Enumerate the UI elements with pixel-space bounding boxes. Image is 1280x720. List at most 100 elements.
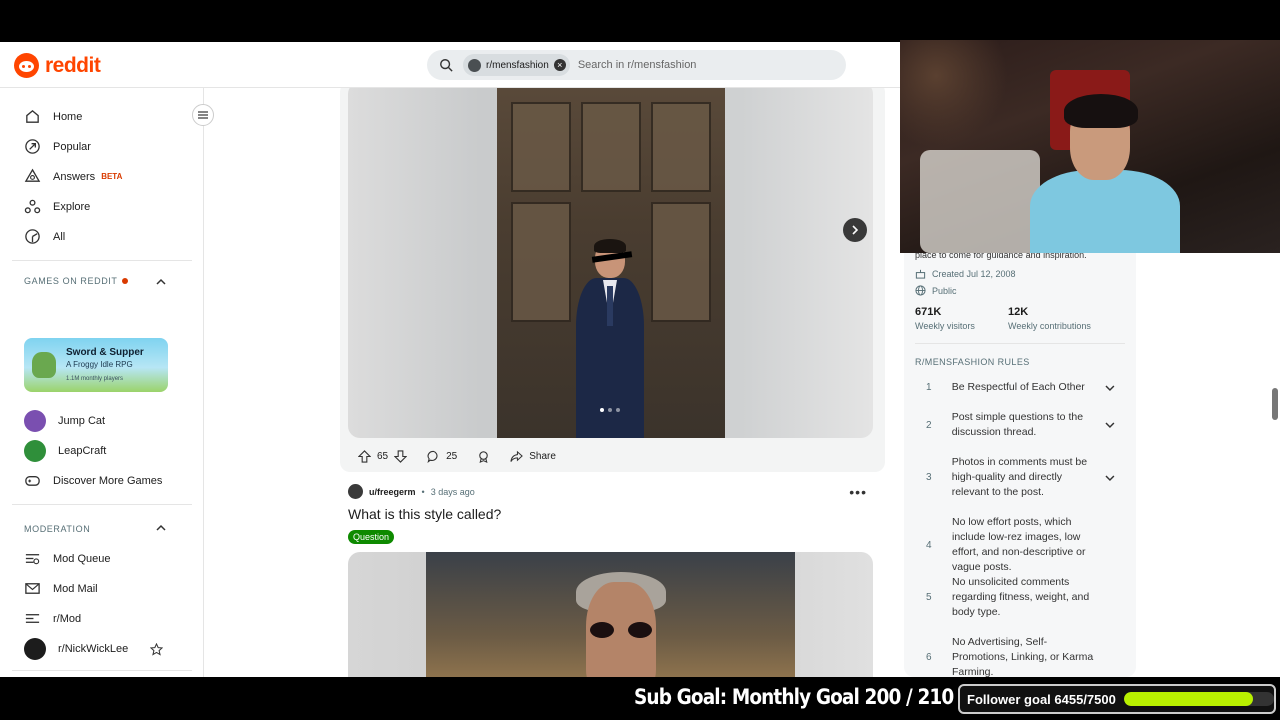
gallery-dot[interactable] bbox=[600, 408, 604, 412]
subreddit-scope-chip[interactable]: r/mensfashion × bbox=[463, 54, 570, 76]
rule-number: 3 bbox=[926, 472, 932, 483]
sidebar-item-label: Popular bbox=[53, 140, 91, 153]
sidebar-item-jump-cat[interactable]: Jump Cat bbox=[24, 410, 105, 432]
main-feed: 65 25 Share u/freegerm • 3 days ago ••• … bbox=[204, 88, 900, 677]
sidebar-item-home[interactable]: Home bbox=[24, 108, 82, 125]
weekly-contributions-label: Weekly contributions bbox=[1008, 321, 1091, 331]
rule-number: 6 bbox=[926, 652, 932, 663]
post-gallery[interactable] bbox=[348, 88, 873, 438]
sidebar-item-explore[interactable]: Explore bbox=[24, 198, 90, 215]
reddit-logo-icon bbox=[14, 53, 39, 78]
gallery-dot[interactable] bbox=[616, 408, 620, 412]
sidebar-item-label: Home bbox=[53, 110, 83, 123]
gallery-dot[interactable] bbox=[608, 408, 612, 412]
post-flair[interactable]: Question bbox=[348, 530, 395, 544]
webcam-overlay bbox=[900, 40, 1280, 253]
weekly-visitors-label: Weekly visitors bbox=[915, 321, 975, 331]
popular-icon bbox=[25, 139, 40, 154]
rule-number: 1 bbox=[926, 382, 932, 393]
sidebar-item-leapcraft[interactable]: LeapCraft bbox=[24, 440, 106, 462]
sidebar-item-discover-games[interactable]: Discover More Games bbox=[24, 472, 162, 489]
star-icon[interactable] bbox=[150, 642, 163, 656]
comments-button[interactable]: 25 bbox=[417, 444, 467, 468]
rule-item[interactable]: 6 No Advertising, Self-Promotions, Linki… bbox=[926, 635, 1116, 677]
left-sidebar: Home Popular Answers BETA Explore All GA… bbox=[0, 88, 214, 677]
globe-icon bbox=[915, 285, 926, 296]
reddit-header: reddit r/mensfashion × bbox=[0, 42, 900, 88]
created-row: Created Jul 12, 2008 bbox=[915, 268, 1016, 279]
rule-item[interactable]: 1 Be Respectful of Each Other bbox=[926, 380, 1116, 395]
rule-number: 4 bbox=[926, 539, 932, 551]
page-scrollbar[interactable] bbox=[1272, 388, 1278, 420]
games-section-header[interactable]: GAMES ON REDDIT bbox=[24, 276, 128, 286]
door-panel bbox=[511, 102, 571, 192]
sidebar-item-label: r/Mod bbox=[53, 612, 82, 625]
more-options-icon[interactable]: ••• bbox=[849, 484, 867, 500]
sidebar-item-answers[interactable]: Answers BETA bbox=[24, 168, 122, 185]
reddit-logo[interactable]: reddit bbox=[14, 53, 101, 78]
rule-item[interactable]: 2 Post simple questions to the discussio… bbox=[926, 410, 1116, 440]
rule-text: Be Respectful of Each Other bbox=[951, 381, 1085, 393]
user-avatar[interactable] bbox=[348, 484, 363, 499]
downvote-icon[interactable] bbox=[394, 449, 408, 463]
chevron-down-icon[interactable] bbox=[1104, 382, 1116, 394]
chevron-down-icon[interactable] bbox=[1104, 472, 1116, 484]
jump-cat-icon bbox=[24, 410, 46, 432]
share-button[interactable]: Share bbox=[500, 444, 566, 468]
post-image-container[interactable] bbox=[348, 552, 873, 677]
rule-number: 2 bbox=[926, 419, 932, 431]
post-actions: 65 25 Share bbox=[348, 444, 566, 468]
chevron-up-icon[interactable] bbox=[155, 522, 167, 534]
moderation-header[interactable]: MODERATION bbox=[24, 524, 90, 534]
door-panel bbox=[651, 102, 711, 192]
rule-item[interactable]: 3 Photos in comments must be high-qualit… bbox=[926, 455, 1116, 500]
mod-queue-icon bbox=[25, 554, 40, 565]
new-indicator-icon bbox=[121, 278, 128, 284]
sidebar-item-r-nickwicklee[interactable]: r/NickWickLee bbox=[24, 638, 163, 660]
vote-group: 65 bbox=[348, 444, 417, 468]
search-input[interactable] bbox=[577, 59, 808, 71]
collapse-sidebar-button[interactable] bbox=[192, 104, 214, 126]
mod-mail-icon bbox=[25, 583, 40, 594]
share-label: Share bbox=[529, 450, 556, 462]
post-author[interactable]: u/freegerm bbox=[369, 487, 416, 497]
door-panel bbox=[651, 202, 711, 322]
rule-item[interactable]: 4 No low effort posts, which include low… bbox=[926, 515, 1116, 575]
rule-number: 5 bbox=[926, 592, 932, 603]
rule-item[interactable]: 5 No unsolicited comments regarding fitn… bbox=[926, 575, 1116, 620]
gamepad-icon bbox=[25, 476, 40, 486]
post-card[interactable]: 65 25 Share bbox=[340, 88, 885, 472]
answers-icon bbox=[24, 168, 41, 182]
follower-goal-bar bbox=[1123, 692, 1274, 706]
game-players: 1.1M monthly players bbox=[66, 376, 124, 382]
chevron-up-icon[interactable] bbox=[155, 276, 167, 288]
sidebar-item-label: LeapCraft bbox=[58, 445, 107, 457]
sidebar-item-all[interactable]: All bbox=[24, 228, 65, 245]
chevron-down-icon[interactable] bbox=[1104, 419, 1116, 431]
search-bar[interactable]: r/mensfashion × bbox=[427, 50, 846, 80]
sidebar-item-popular[interactable]: Popular bbox=[24, 138, 91, 155]
section-title: GAMES ON REDDIT bbox=[24, 276, 118, 286]
sidebar-item-label: Mod Queue bbox=[53, 552, 111, 565]
beta-badge: BETA bbox=[101, 172, 123, 181]
award-button[interactable] bbox=[467, 444, 500, 468]
post-title[interactable]: What is this style called? bbox=[348, 506, 501, 522]
rule-text: Photos in comments must be high-quality … bbox=[951, 456, 1088, 498]
section-title: MODERATION bbox=[24, 524, 91, 534]
comment-icon bbox=[427, 450, 438, 463]
post-card[interactable]: u/freegerm • 3 days ago ••• What is this… bbox=[340, 484, 885, 677]
subreddit-chip-label: r/mensfashion bbox=[486, 59, 549, 71]
sidebar-item-r-mod[interactable]: r/Mod bbox=[24, 610, 81, 627]
rules-header: R/MENSFASHION RULES bbox=[915, 357, 1030, 367]
featured-game-card[interactable]: Sword & Supper A Froggy Idle RPG 1.1M mo… bbox=[24, 338, 168, 392]
sidebar-item-mod-queue[interactable]: Mod Queue bbox=[24, 550, 110, 567]
sidebar-item-label: Jump Cat bbox=[58, 415, 106, 427]
leapcraft-icon bbox=[24, 440, 46, 462]
meta-separator: • bbox=[421, 486, 425, 497]
remove-scope-icon[interactable]: × bbox=[553, 59, 566, 71]
upvote-icon[interactable] bbox=[358, 449, 371, 463]
sidebar-item-mod-mail[interactable]: Mod Mail bbox=[24, 580, 98, 597]
sunglasses bbox=[590, 622, 652, 638]
stream-goal-overlay: Sub Goal: Monthly Goal 200 / 210 Followe… bbox=[0, 677, 1280, 720]
gallery-next-button[interactable] bbox=[843, 218, 867, 242]
